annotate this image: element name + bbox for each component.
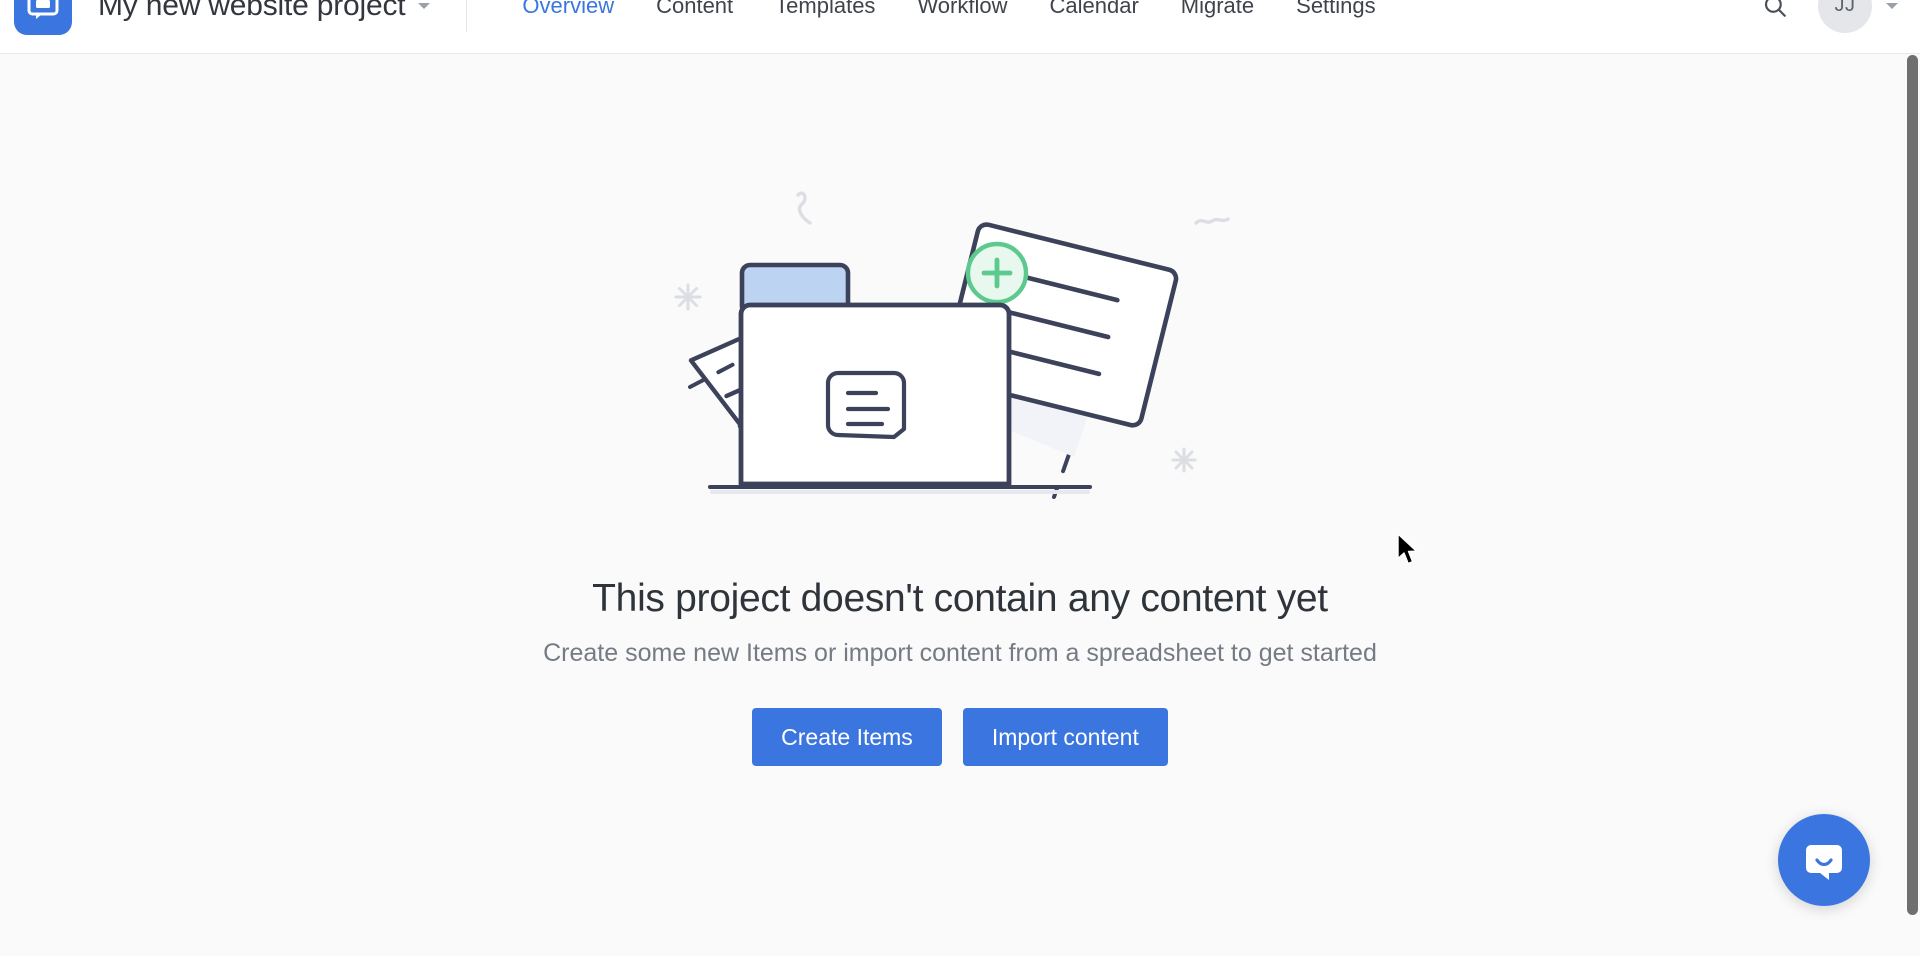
avatar: JJ (1818, 0, 1872, 33)
tab-overview[interactable]: Overview (501, 0, 635, 53)
import-content-button[interactable]: Import content (962, 708, 1168, 767)
chevron-down-icon (418, 2, 431, 9)
create-items-button[interactable]: Create Items (752, 708, 942, 767)
intercom-chat-icon[interactable] (1778, 814, 1870, 906)
empty-state: This project doesn't contain any content… (0, 165, 1920, 767)
search-icon[interactable] (1758, 0, 1792, 23)
user-menu[interactable]: JJ (1818, 0, 1898, 33)
page-subtitle: Create some new Items or import content … (543, 639, 1377, 667)
tab-content[interactable]: Content (635, 0, 754, 53)
empty-folder-illustration (674, 191, 1230, 499)
page-title: This project doesn't contain any content… (592, 577, 1328, 620)
main-nav-tabs: Overview Content Templates Workflow Cale… (501, 0, 1396, 53)
tab-workflow[interactable]: Workflow (896, 0, 1028, 53)
app-header: My new website project Overview Content … (0, 0, 1920, 54)
document-icon (825, 370, 907, 440)
chevron-down-icon (1886, 2, 1898, 9)
project-switcher[interactable]: My new website project (98, 0, 431, 23)
main-content-area: This project doesn't contain any content… (0, 55, 1920, 956)
tab-settings[interactable]: Settings (1275, 0, 1397, 53)
add-badge-icon (965, 241, 1029, 305)
project-title: My new website project (98, 0, 406, 22)
header-divider (466, 0, 468, 32)
tab-migrate[interactable]: Migrate (1160, 0, 1275, 53)
tab-templates[interactable]: Templates (754, 0, 896, 53)
empty-state-actions: Create Items Import content (752, 708, 1168, 767)
app-logo-icon[interactable] (14, 0, 72, 35)
scrollbar-thumb[interactable] (1907, 55, 1918, 915)
tab-calendar[interactable]: Calendar (1029, 0, 1160, 53)
header-actions: JJ (1758, 0, 1898, 33)
